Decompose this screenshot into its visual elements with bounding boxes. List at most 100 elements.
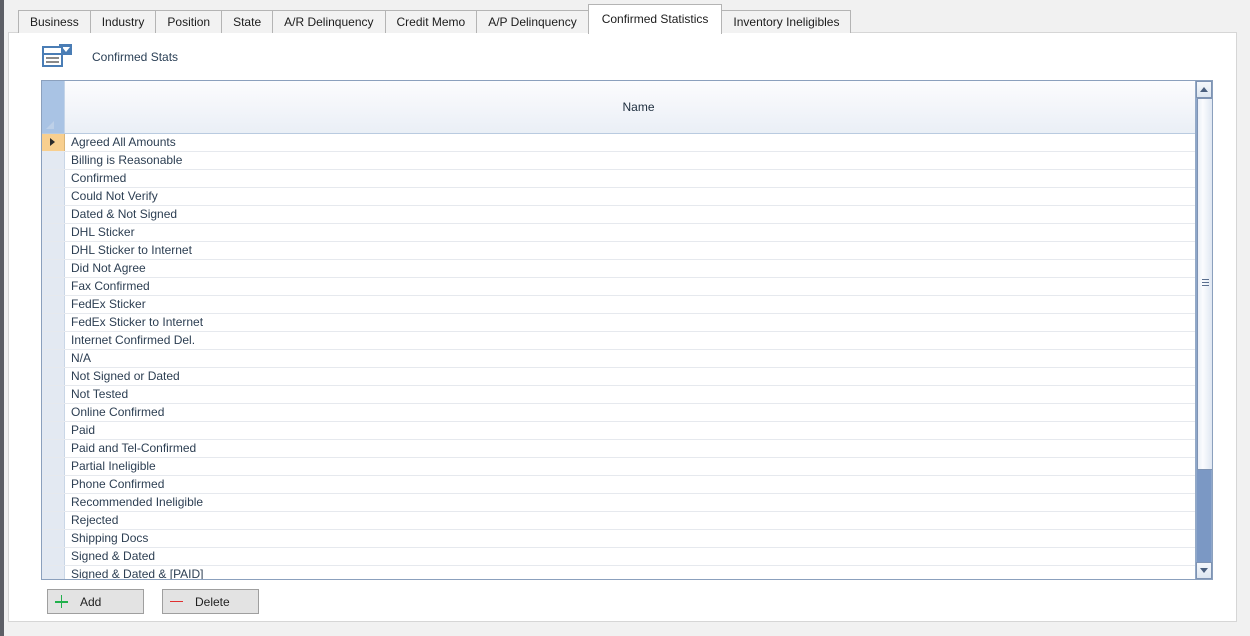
- tab-business[interactable]: Business: [18, 10, 91, 33]
- cell-name[interactable]: Dated & Not Signed: [65, 206, 1212, 223]
- row-selector-cell[interactable]: [42, 332, 65, 349]
- row-selector-cell[interactable]: [42, 422, 65, 439]
- cell-name[interactable]: Paid and Tel-Confirmed: [65, 440, 1212, 457]
- row-selector-cell[interactable]: [42, 566, 65, 579]
- table-row[interactable]: Shipping Docs: [42, 530, 1212, 548]
- cell-name[interactable]: FedEx Sticker: [65, 296, 1212, 313]
- table-row[interactable]: Rejected: [42, 512, 1212, 530]
- row-selector-cell[interactable]: [42, 458, 65, 475]
- cell-name[interactable]: DHL Sticker: [65, 224, 1212, 241]
- cell-name[interactable]: Billing is Reasonable: [65, 152, 1212, 169]
- row-selector-cell[interactable]: [42, 350, 65, 367]
- table-row[interactable]: Online Confirmed: [42, 404, 1212, 422]
- table-row[interactable]: Signed & Dated: [42, 548, 1212, 566]
- cell-name[interactable]: Not Tested: [65, 386, 1212, 403]
- cell-name[interactable]: Shipping Docs: [65, 530, 1212, 547]
- row-selector-cell[interactable]: [42, 296, 65, 313]
- row-selector-cell[interactable]: [42, 242, 65, 259]
- table-row[interactable]: Partial Ineligible: [42, 458, 1212, 476]
- add-button[interactable]: Add: [47, 589, 144, 614]
- row-selector-cell[interactable]: [42, 476, 65, 493]
- row-selector-cell[interactable]: [42, 440, 65, 457]
- delete-button-label: Delete: [189, 595, 230, 609]
- grid-corner-cell[interactable]: [42, 81, 65, 133]
- table-row[interactable]: N/A: [42, 350, 1212, 368]
- table-row[interactable]: Not Tested: [42, 386, 1212, 404]
- cell-name[interactable]: Phone Confirmed: [65, 476, 1212, 493]
- cell-name[interactable]: Could Not Verify: [65, 188, 1212, 205]
- tab-position[interactable]: Position: [155, 10, 222, 33]
- scroll-thumb-grip-icon: [1202, 279, 1209, 289]
- table-row[interactable]: Phone Confirmed: [42, 476, 1212, 494]
- row-selector-cell[interactable]: [42, 494, 65, 511]
- cell-name[interactable]: Signed & Dated: [65, 548, 1212, 565]
- table-row[interactable]: Signed & Dated & [PAID]: [42, 566, 1212, 579]
- cell-name[interactable]: Internet Confirmed Del.: [65, 332, 1212, 349]
- cell-name[interactable]: Rejected: [65, 512, 1212, 529]
- row-selector-cell[interactable]: [42, 188, 65, 205]
- cell-name[interactable]: Fax Confirmed: [65, 278, 1212, 295]
- cell-name[interactable]: Paid: [65, 422, 1212, 439]
- tab-credit-memo[interactable]: Credit Memo: [385, 10, 478, 33]
- table-row[interactable]: Agreed All Amounts: [42, 134, 1212, 152]
- table-row[interactable]: Did Not Agree: [42, 260, 1212, 278]
- row-selector-cell[interactable]: [42, 260, 65, 277]
- tab-state[interactable]: State: [221, 10, 273, 33]
- row-selector-cell[interactable]: [42, 404, 65, 421]
- tab-label: Industry: [102, 15, 145, 29]
- scrollbar-track[interactable]: [1196, 98, 1212, 562]
- scroll-up-arrow-icon: [1200, 87, 1208, 92]
- add-button-label: Add: [74, 595, 101, 609]
- tab-a-p-delinquency[interactable]: A/P Delinquency: [476, 10, 589, 33]
- cell-name[interactable]: Recommended Ineligible: [65, 494, 1212, 511]
- row-selector-cell[interactable]: [42, 548, 65, 565]
- cell-name[interactable]: Not Signed or Dated: [65, 368, 1212, 385]
- row-selector-cell[interactable]: [42, 206, 65, 223]
- table-row[interactable]: Paid and Tel-Confirmed: [42, 440, 1212, 458]
- table-row[interactable]: Could Not Verify: [42, 188, 1212, 206]
- tab-inventory-ineligibles[interactable]: Inventory Ineligibles: [721, 10, 851, 33]
- page-title: Confirmed Stats: [92, 50, 178, 64]
- table-row[interactable]: Fax Confirmed: [42, 278, 1212, 296]
- scrollbar-thumb[interactable]: [1197, 98, 1213, 470]
- table-row[interactable]: FedEx Sticker to Internet: [42, 314, 1212, 332]
- scroll-down-button[interactable]: [1196, 562, 1212, 579]
- vertical-scrollbar[interactable]: [1195, 81, 1212, 579]
- table-row[interactable]: DHL Sticker: [42, 224, 1212, 242]
- delete-button[interactable]: Delete: [162, 589, 259, 614]
- table-row[interactable]: Paid: [42, 422, 1212, 440]
- table-row[interactable]: FedEx Sticker: [42, 296, 1212, 314]
- cell-name[interactable]: N/A: [65, 350, 1212, 367]
- table-row[interactable]: Internet Confirmed Del.: [42, 332, 1212, 350]
- current-row-indicator[interactable]: [42, 134, 65, 151]
- row-selector-cell[interactable]: [42, 278, 65, 295]
- table-row[interactable]: Recommended Ineligible: [42, 494, 1212, 512]
- cell-name[interactable]: Signed & Dated & [PAID]: [65, 566, 1212, 579]
- tab-confirmed-statistics[interactable]: Confirmed Statistics: [588, 4, 723, 34]
- cell-name[interactable]: Agreed All Amounts: [65, 134, 1212, 151]
- table-row[interactable]: DHL Sticker to Internet: [42, 242, 1212, 260]
- tab-a-r-delinquency[interactable]: A/R Delinquency: [272, 10, 385, 33]
- table-row[interactable]: Confirmed: [42, 170, 1212, 188]
- row-selector-cell[interactable]: [42, 170, 65, 187]
- row-selector-cell[interactable]: [42, 512, 65, 529]
- column-header-name[interactable]: Name: [65, 81, 1212, 133]
- row-selector-cell[interactable]: [42, 314, 65, 331]
- scroll-up-button[interactable]: [1196, 81, 1212, 98]
- cell-name[interactable]: Did Not Agree: [65, 260, 1212, 277]
- row-selector-cell[interactable]: [42, 152, 65, 169]
- table-row[interactable]: Billing is Reasonable: [42, 152, 1212, 170]
- row-selector-cell[interactable]: [42, 368, 65, 385]
- row-selector-cell[interactable]: [42, 224, 65, 241]
- tab-label: Position: [167, 15, 210, 29]
- cell-name[interactable]: Confirmed: [65, 170, 1212, 187]
- tab-industry[interactable]: Industry: [90, 10, 157, 33]
- cell-name[interactable]: Online Confirmed: [65, 404, 1212, 421]
- row-selector-cell[interactable]: [42, 386, 65, 403]
- table-row[interactable]: Not Signed or Dated: [42, 368, 1212, 386]
- table-row[interactable]: Dated & Not Signed: [42, 206, 1212, 224]
- row-selector-cell[interactable]: [42, 530, 65, 547]
- cell-name[interactable]: FedEx Sticker to Internet: [65, 314, 1212, 331]
- cell-name[interactable]: Partial Ineligible: [65, 458, 1212, 475]
- cell-name[interactable]: DHL Sticker to Internet: [65, 242, 1212, 259]
